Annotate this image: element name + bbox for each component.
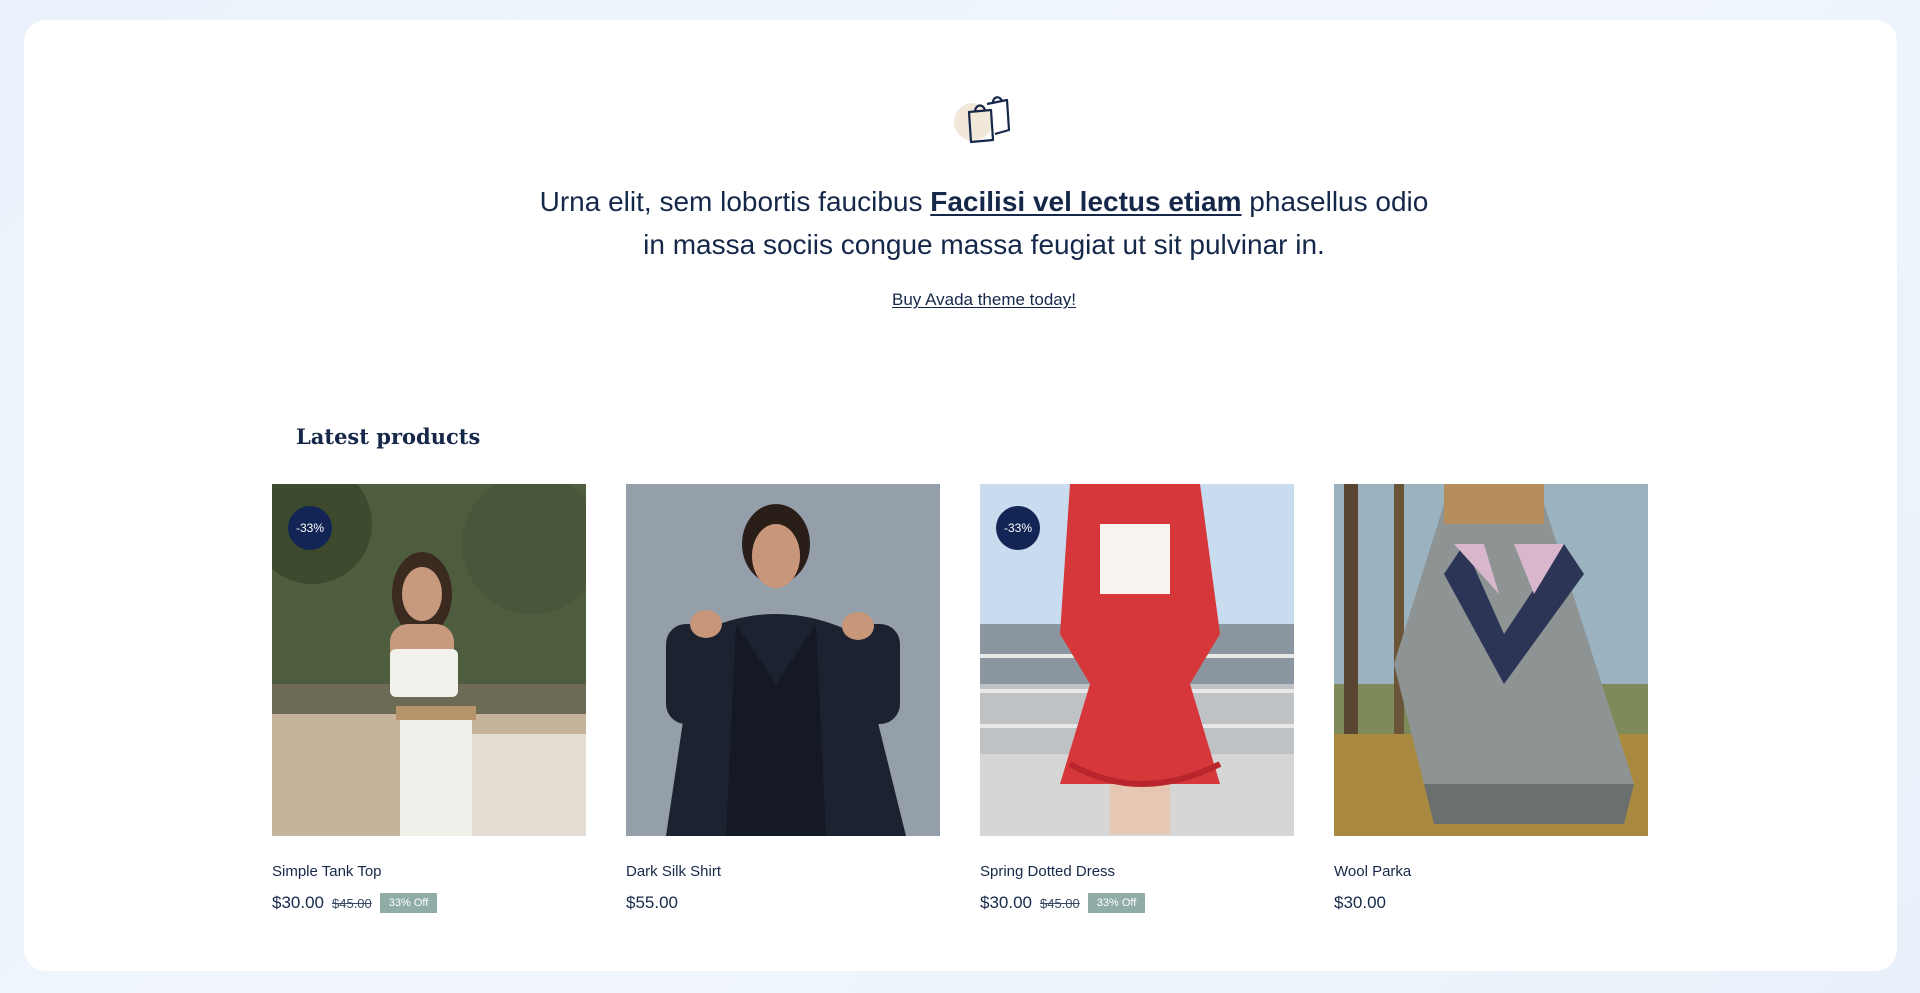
product-name[interactable]: Spring Dotted Dress bbox=[980, 863, 1294, 880]
product-card: Dark Silk Shirt $55.00 bbox=[626, 484, 940, 913]
product-prices: $30.00 bbox=[1334, 893, 1648, 913]
intro-text-part: Urna elit, sem lobortis faucibus bbox=[539, 186, 931, 217]
discount-badge: 33% Off bbox=[1087, 893, 1146, 913]
product-image[interactable] bbox=[626, 484, 940, 836]
product-name[interactable]: Wool Parka bbox=[1334, 863, 1648, 880]
intro-text-part: phasellus odio bbox=[1241, 186, 1429, 217]
product-image[interactable]: -33% bbox=[980, 484, 1294, 836]
product-name[interactable]: Dark Silk Shirt bbox=[626, 863, 940, 880]
intro-text-line2: in massa sociis congue massa feugiat ut … bbox=[643, 229, 1325, 260]
product-card: -33% Spring Dotted Dress $30.00 $45.00 3… bbox=[980, 484, 1294, 913]
product-price: $30.00 bbox=[980, 893, 1032, 912]
sale-badge: -33% bbox=[288, 506, 332, 550]
product-card: Wool Parka $30.00 bbox=[1334, 484, 1648, 913]
intro-link[interactable]: Facilisi vel lectus etiam bbox=[930, 186, 1241, 217]
product-card: -33% Simple Tank Top $30.00 $45.00 33% O… bbox=[272, 484, 586, 913]
discount-badge: 33% Off bbox=[379, 893, 438, 913]
intro-text: Urna elit, sem lobortis faucibus Facilis… bbox=[484, 180, 1484, 266]
product-prices: $30.00 $45.00 33% Off bbox=[980, 893, 1294, 913]
product-image[interactable] bbox=[1334, 484, 1648, 836]
product-price: $30.00 bbox=[272, 893, 324, 912]
product-prices: $30.00 $45.00 33% Off bbox=[272, 893, 586, 913]
sale-badge: -33% bbox=[996, 506, 1040, 550]
product-prices: $55.00 bbox=[626, 893, 940, 913]
content-card: Urna elit, sem lobortis faucibus Facilis… bbox=[24, 20, 1897, 971]
product-old-price: $45.00 bbox=[1040, 895, 1080, 911]
product-name[interactable]: Simple Tank Top bbox=[272, 863, 586, 880]
section-title: Latest products bbox=[296, 424, 481, 449]
product-old-price: $45.00 bbox=[332, 895, 372, 911]
shopping-bags-icon bbox=[951, 94, 1017, 146]
product-price: $30.00 bbox=[1334, 893, 1386, 912]
product-price: $55.00 bbox=[626, 893, 678, 912]
product-image[interactable]: -33% bbox=[272, 484, 586, 836]
buy-avada-link[interactable]: Buy Avada theme today! bbox=[784, 290, 1184, 310]
